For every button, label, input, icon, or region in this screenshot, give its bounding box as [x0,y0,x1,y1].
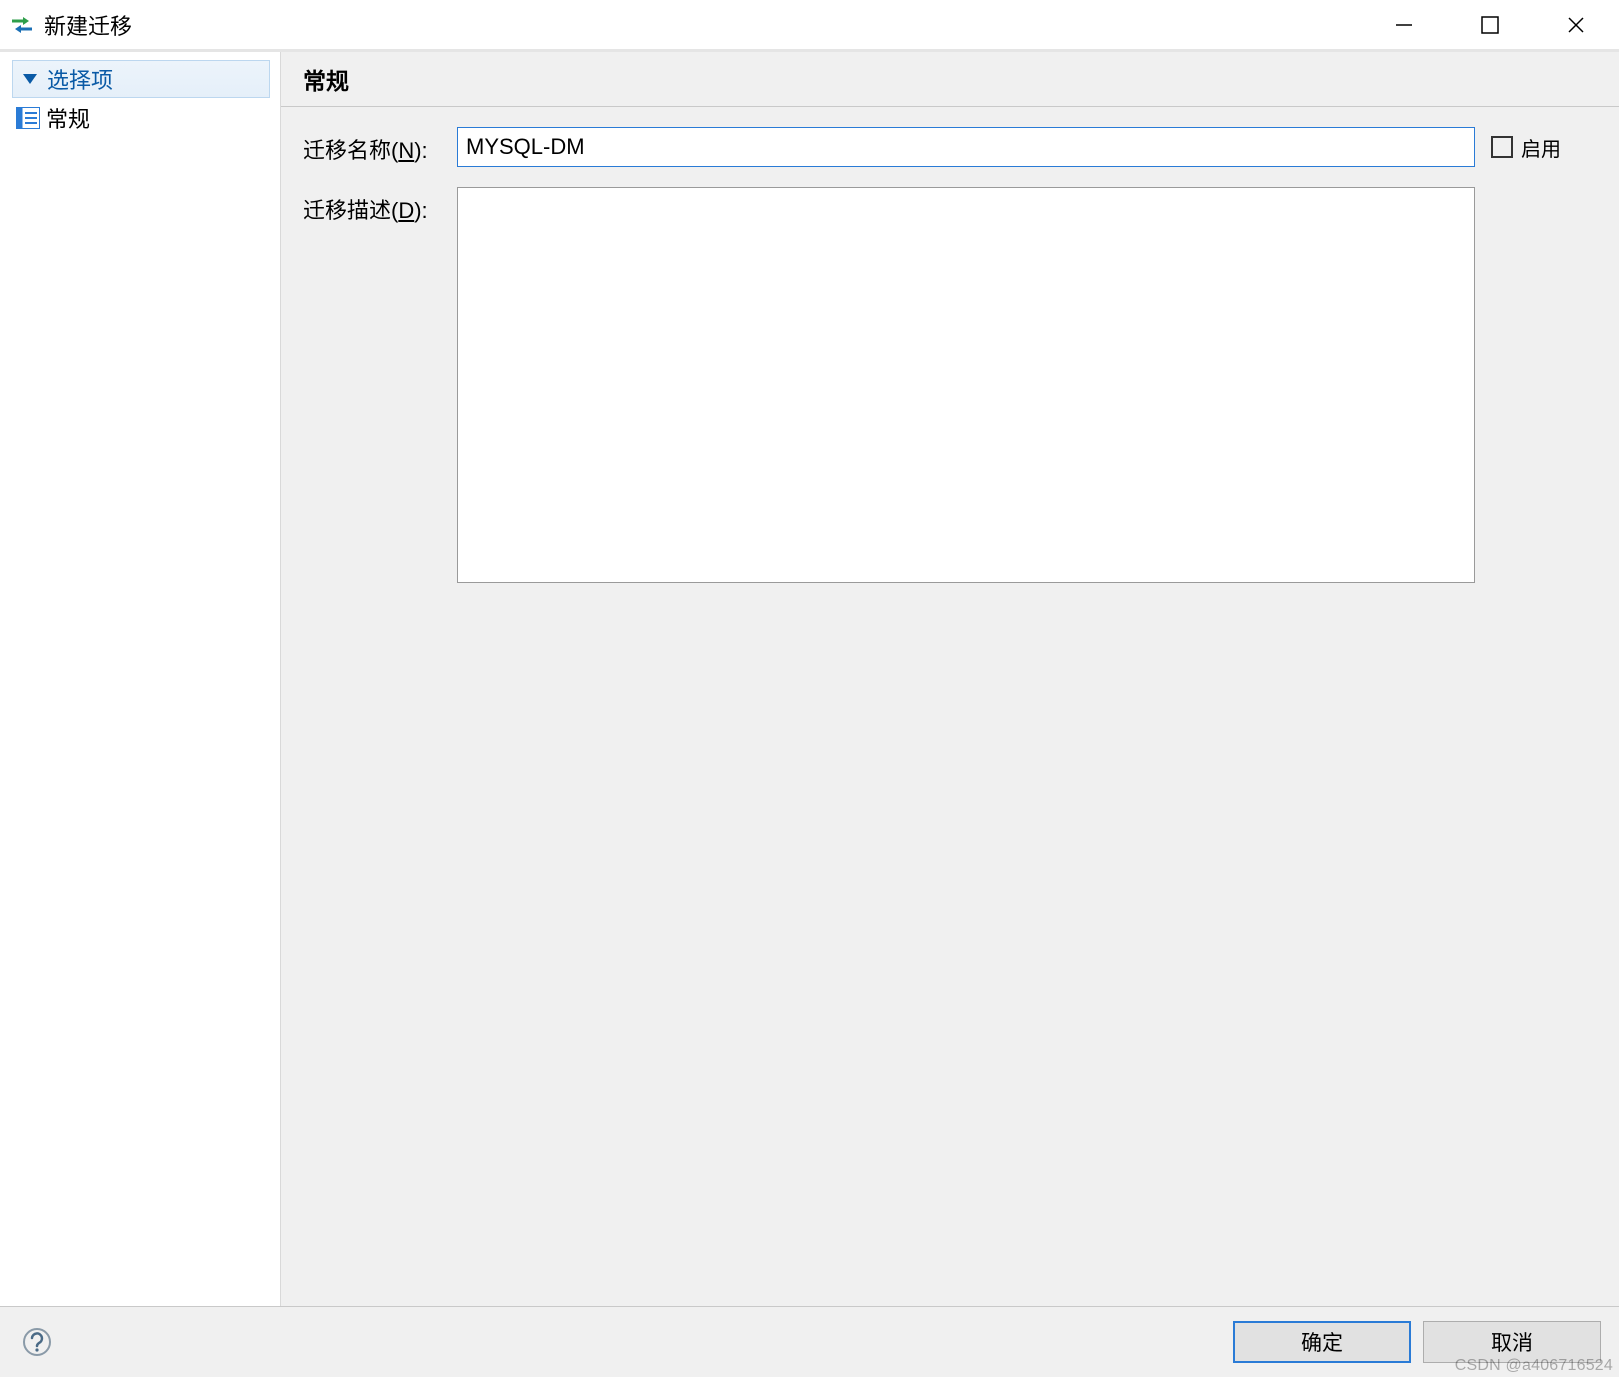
dialog-footer: 确定 取消 [0,1306,1619,1377]
help-button[interactable] [22,1327,52,1357]
cancel-button[interactable]: 取消 [1423,1321,1601,1363]
title-bar: 新建迁移 [0,0,1619,49]
form-icon [16,107,40,129]
sidebar: 选择项 常规 [0,52,280,1306]
name-label: 迁移名称(N): [303,127,441,165]
close-button[interactable] [1533,0,1619,49]
desc-label: 迁移描述(D): [303,187,441,225]
dialog-window: 新建迁移 选择项 [0,0,1619,1377]
chevron-down-icon [23,74,37,84]
main-panel: 常规 迁移名称(N): 启用 迁移描述(D): [280,52,1619,1306]
sidebar-item-general[interactable]: 常规 [12,100,270,136]
panel-content: 迁移名称(N): 启用 迁移描述(D): [281,107,1619,583]
panel-header: 常规 [281,52,1619,106]
panel-header-wrap: 常规 [281,52,1619,107]
window-title: 新建迁移 [44,9,132,41]
enable-checkbox[interactable] [1491,136,1513,158]
dialog-body: 选择项 常规 常规 [0,52,1619,1306]
desc-wrap [457,187,1475,583]
maximize-button[interactable] [1447,0,1533,49]
enable-label: 启用 [1521,133,1561,162]
sidebar-section-label: 选择项 [47,63,113,95]
title-left: 新建迁移 [0,9,132,41]
sidebar-section-options[interactable]: 选择项 [12,60,270,98]
migration-name-input[interactable] [457,127,1475,167]
migrate-icon [10,13,34,37]
window-controls [1361,0,1619,49]
enable-cell: 启用 [1491,127,1597,167]
ok-button[interactable]: 确定 [1233,1321,1411,1363]
migration-desc-textarea[interactable] [457,187,1475,583]
minimize-button[interactable] [1361,0,1447,49]
sidebar-item-label: 常规 [46,102,90,134]
